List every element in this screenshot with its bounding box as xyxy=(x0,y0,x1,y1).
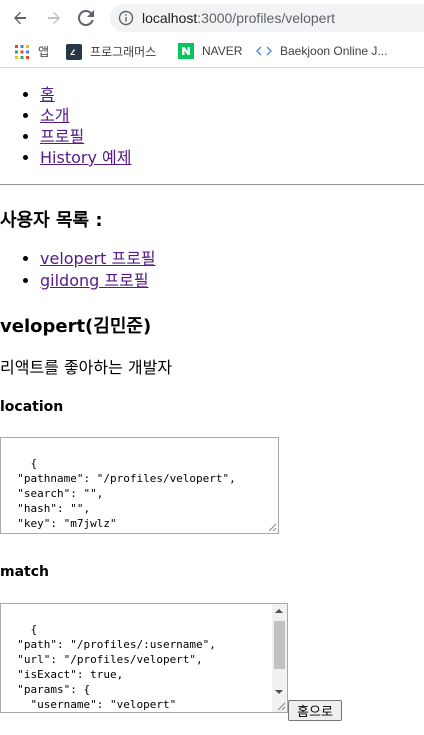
naver-icon xyxy=(178,43,194,59)
user-link-velopert[interactable]: velopert 프로필 xyxy=(40,249,156,268)
bookmark-apps[interactable]: 앱 xyxy=(14,43,49,60)
location-textarea[interactable]: { "pathname": "/profiles/velopert", "sea… xyxy=(0,437,279,534)
scroll-thumb[interactable] xyxy=(274,621,285,669)
programmers-icon xyxy=(66,43,82,60)
menu-item-history: History 예제 xyxy=(40,147,131,168)
match-textarea[interactable]: { "path": "/profiles/:username", "url": … xyxy=(0,603,288,713)
nav-menu: 홈 소개 프로필 History 예제 xyxy=(0,84,131,168)
user-link-gildong[interactable]: gildong 프로필 xyxy=(40,271,149,290)
match-scrollbar[interactable] xyxy=(272,604,287,712)
bookmarks-bar: 앱 프로그래머스 NAVER Baekjoon Online J... xyxy=(0,36,424,66)
menu-item-profile: 프로필 xyxy=(40,126,131,147)
browser-toolbar: localhost:3000/profiles/velopert xyxy=(0,0,424,36)
apps-grid-icon xyxy=(14,44,30,60)
forward-button[interactable] xyxy=(38,2,70,34)
bookmark-naver[interactable]: NAVER xyxy=(178,43,242,59)
bookmark-label: 프로그래머스 xyxy=(90,45,157,59)
user-list-title: 사용자 목록 : xyxy=(0,210,103,231)
list-item: velopert 프로필 xyxy=(40,248,156,270)
bookmark-label: 앱 xyxy=(38,45,50,59)
resize-grip-icon[interactable] xyxy=(267,522,277,532)
menu-link-profile[interactable]: 프로필 xyxy=(40,127,84,146)
divider xyxy=(0,184,424,186)
menu-link-home[interactable]: 홈 xyxy=(40,85,55,104)
location-label: location xyxy=(0,399,64,415)
arrow-left-icon xyxy=(14,11,26,25)
menu-link-history[interactable]: History 예제 xyxy=(40,148,131,167)
profile-description: 리액트를 좋아하는 개발자 xyxy=(0,358,173,377)
match-label: match xyxy=(0,564,49,580)
user-list: velopert 프로필 gildong 프로필 xyxy=(0,248,156,292)
home-button[interactable]: 홈으로 xyxy=(288,700,342,721)
url-host: localhost xyxy=(142,10,198,26)
scroll-down-icon[interactable] xyxy=(275,690,283,694)
list-item: gildong 프로필 xyxy=(40,270,156,292)
bookmark-programmers[interactable]: 프로그래머스 xyxy=(66,43,156,60)
reload-button[interactable] xyxy=(70,2,102,34)
resize-grip-icon[interactable] xyxy=(276,701,286,711)
info-icon[interactable] xyxy=(118,10,134,26)
browser-chrome: localhost:3000/profiles/velopert 앱 프로그래머… xyxy=(0,0,424,68)
reload-icon xyxy=(78,10,94,26)
bookmark-label: Baekjoon Online J... xyxy=(280,44,388,58)
back-button[interactable] xyxy=(4,2,36,34)
code-brackets-icon xyxy=(256,43,272,59)
address-bar[interactable]: localhost:3000/profiles/velopert xyxy=(110,4,424,32)
match-json: { "path": "/profiles/:username", "url": … xyxy=(17,623,216,711)
bookmark-baekjoon[interactable]: Baekjoon Online J... xyxy=(256,43,387,59)
arrow-right-icon xyxy=(48,11,60,25)
location-json: { "pathname": "/profiles/velopert", "sea… xyxy=(4,457,236,533)
profile-name: velopert(김민준) xyxy=(0,316,152,337)
menu-item-home: 홈 xyxy=(40,84,131,105)
url-path: :3000/profiles/velopert xyxy=(197,10,336,26)
menu-item-about: 소개 xyxy=(40,105,131,126)
bookmark-label: NAVER xyxy=(202,44,243,58)
menu-link-about[interactable]: 소개 xyxy=(40,106,69,125)
url-text: localhost:3000/profiles/velopert xyxy=(142,10,335,26)
scroll-up-icon[interactable] xyxy=(275,609,283,613)
